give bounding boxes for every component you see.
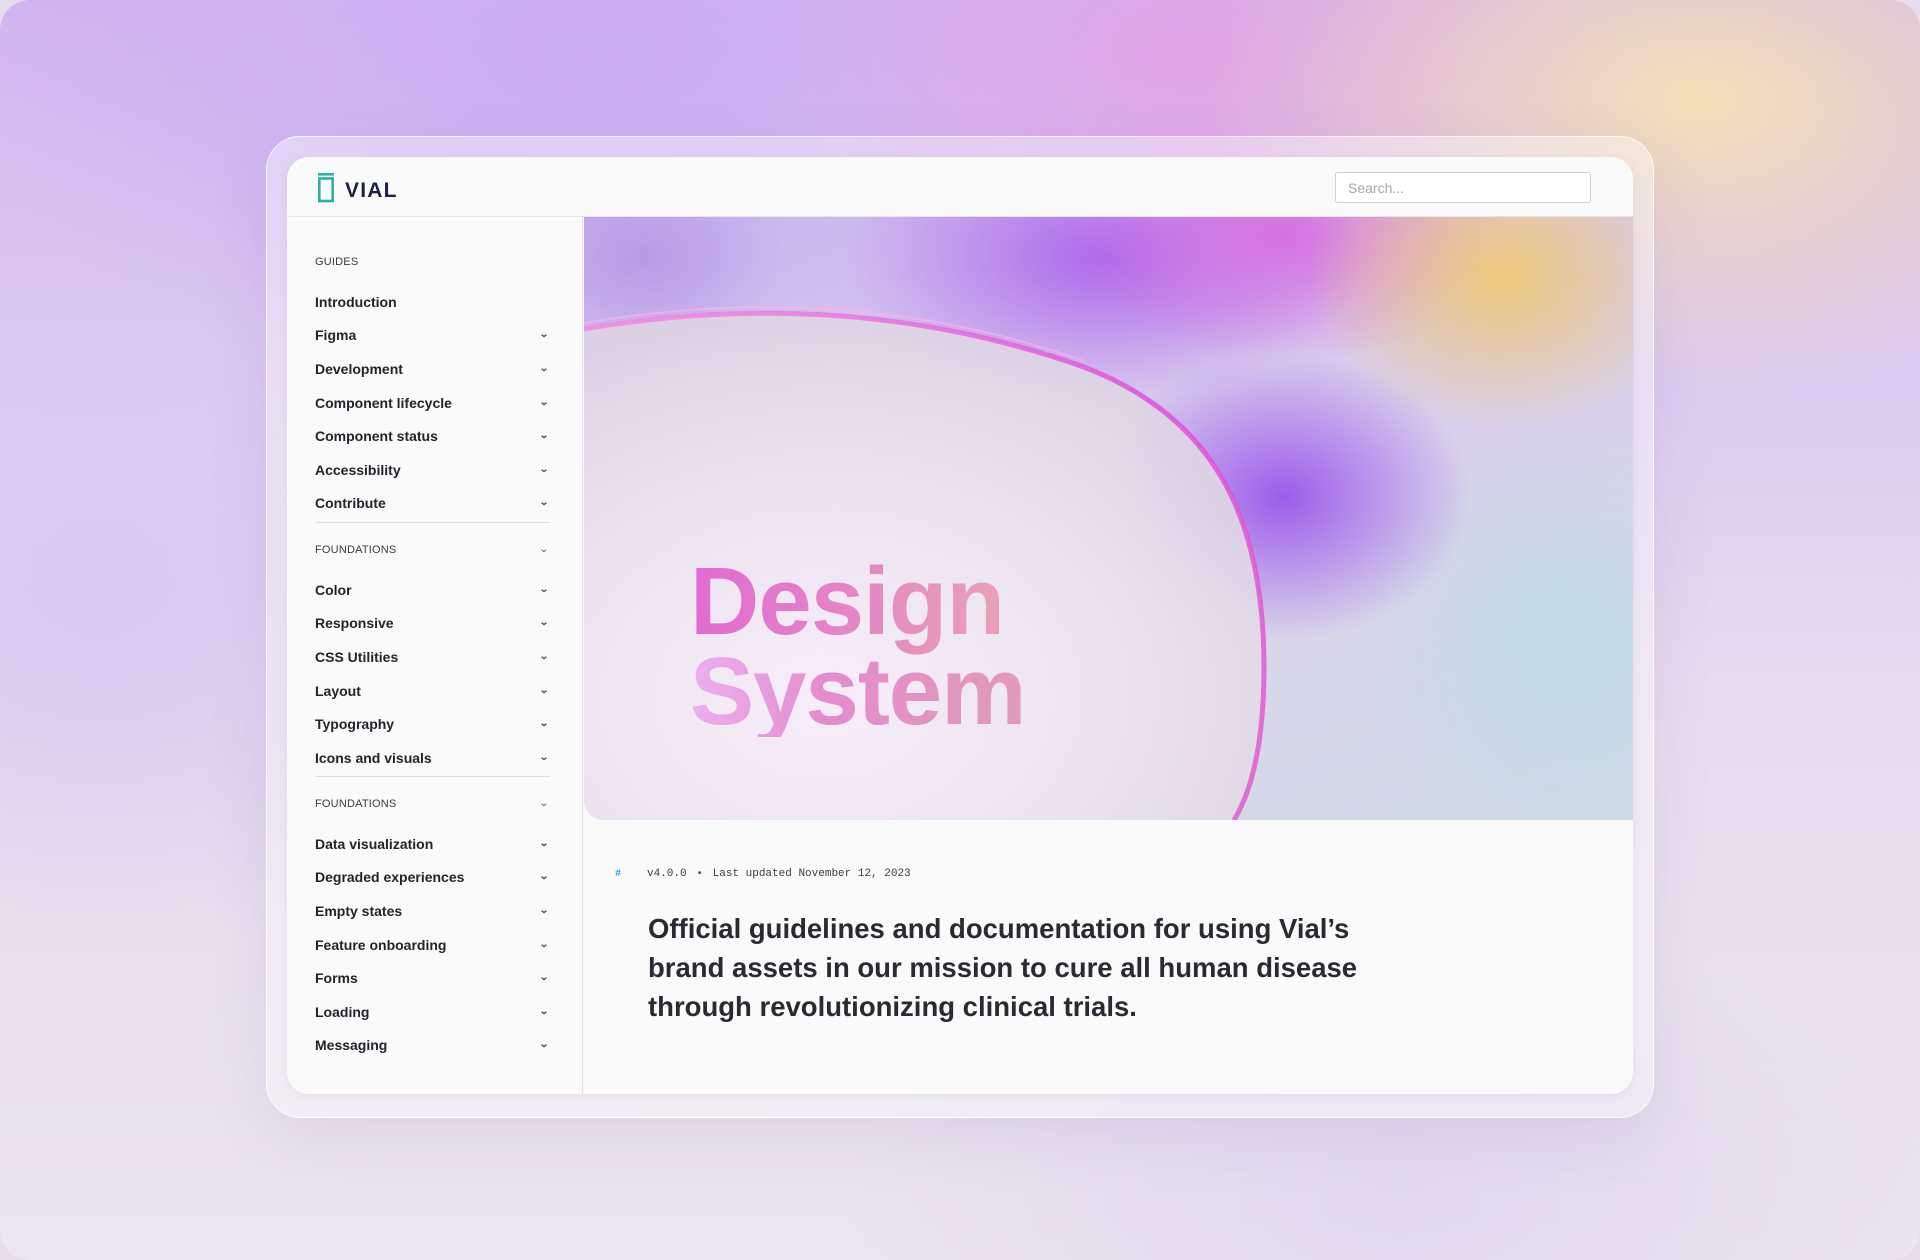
sidebar-item-label: Messaging <box>315 1037 388 1054</box>
sidebar-item-label: Icons and visuals <box>315 749 432 766</box>
sidebar-item-responsive[interactable]: Responsive ⌄ <box>315 607 550 641</box>
hero-title-line: System <box>690 638 1027 745</box>
sidebar-item-typography[interactable]: Typography ⌄ <box>315 707 550 741</box>
sidebar-item-label: CSS Utilities <box>315 648 399 665</box>
sidebar-item-label: Component status <box>315 428 438 445</box>
sidebar-item-introduction[interactable]: Introduction <box>315 285 550 319</box>
sidebar-item-color[interactable]: Color ⌄ <box>315 573 550 607</box>
vial-logo-icon <box>315 173 337 203</box>
sidebar-item-figma[interactable]: Figma ⌄ <box>315 319 550 353</box>
chevron-down-icon[interactable]: ⌄ <box>537 397 551 408</box>
chevron-down-icon[interactable]: ⌄ <box>537 872 551 882</box>
sidebar-item-label: Component lifecycle <box>315 394 452 411</box>
sidebar-item-css-utilities[interactable]: CSS Utilities ⌄ <box>315 640 550 674</box>
chevron-down-icon[interactable]: ⌄ <box>537 498 551 508</box>
sidebar-item-label: Contribute <box>315 495 386 512</box>
chevron-down-icon[interactable]: ⌄ <box>537 1006 551 1017</box>
sidebar-item-label: Degraded experiences <box>315 869 465 886</box>
last-updated-label: Last updated November 12, 2023 <box>712 868 911 880</box>
sidebar-item-accessibility[interactable]: Accessibility ⌄ <box>315 453 550 487</box>
sidebar-item-label: Loading <box>315 1003 370 1020</box>
sidebar-item-component-lifecycle[interactable]: Component lifecycle ⌄ <box>315 386 550 420</box>
sidebar-item-layout[interactable]: Layout ⌄ <box>315 674 550 708</box>
sidebar: GUIDES Introduction Figma ⌄ Development … <box>287 217 583 1094</box>
section-heading-guides: GUIDES <box>315 252 550 272</box>
sidebar-item-contribute[interactable]: Contribute ⌄ <box>315 487 550 521</box>
nav-section-foundations-2: FOUNDATIONS ⌄ Data visualization ⌄ Degra… <box>315 794 550 1062</box>
chevron-down-icon[interactable]: ⌄ <box>537 799 551 809</box>
sidebar-item-label: Layout <box>315 682 361 699</box>
chevron-down-icon[interactable]: ⌄ <box>537 363 551 374</box>
hero-banner: Design System <box>584 217 1633 820</box>
chevron-down-icon[interactable]: ⌄ <box>537 618 551 628</box>
chevron-down-icon[interactable]: ⌄ <box>537 905 551 916</box>
chevron-down-icon[interactable]: ⌄ <box>537 752 551 763</box>
section-heading-label: FOUNDATIONS <box>315 544 397 556</box>
brand-logo[interactable]: VIAL <box>315 173 398 203</box>
anchor-link[interactable]: # <box>615 869 647 880</box>
section-heading-foundations[interactable]: FOUNDATIONS ⌄ <box>315 540 550 560</box>
sidebar-item-loading[interactable]: Loading ⌄ <box>315 995 550 1029</box>
sidebar-item-component-status[interactable]: Component status ⌄ <box>315 419 550 453</box>
search-input[interactable] <box>1335 172 1591 203</box>
nav-section-guides: GUIDES Introduction Figma ⌄ Development … <box>315 252 550 520</box>
chevron-down-icon[interactable]: ⌄ <box>537 973 551 983</box>
chevron-down-icon[interactable]: ⌄ <box>537 545 551 555</box>
chevron-down-icon[interactable]: ⌄ <box>537 651 551 662</box>
sidebar-item-label: Forms <box>315 970 358 987</box>
brand-name: VIAL <box>345 179 398 202</box>
sidebar-divider <box>315 522 550 523</box>
sidebar-item-label: Responsive <box>315 615 394 632</box>
hero-title-line: Design <box>690 548 1005 655</box>
sidebar-item-label: Data visualization <box>315 835 434 852</box>
sidebar-item-label: Accessibility <box>315 461 401 478</box>
chevron-down-icon[interactable]: ⌄ <box>537 939 551 950</box>
version-meta: # v4.0.0 • Last updated November 12, 202… <box>615 868 911 880</box>
chevron-down-icon[interactable]: ⌄ <box>537 719 551 729</box>
section-heading-foundations[interactable]: FOUNDATIONS ⌄ <box>315 794 550 814</box>
top-bar: VIAL <box>287 157 1633 217</box>
app-window: VIAL GUIDES Introduction Figma ⌄ Develop… <box>287 157 1633 1094</box>
chevron-down-icon[interactable]: ⌄ <box>537 685 551 696</box>
chevron-down-icon[interactable]: ⌄ <box>537 838 551 849</box>
sidebar-item-label: Empty states <box>315 902 403 919</box>
sidebar-item-label: Color <box>315 581 352 598</box>
sidebar-item-label: Introduction <box>315 293 397 310</box>
chevron-down-icon[interactable]: ⌄ <box>537 431 551 441</box>
sidebar-item-forms[interactable]: Forms ⌄ <box>315 961 550 995</box>
sidebar-item-feature-onboarding[interactable]: Feature onboarding ⌄ <box>315 928 550 962</box>
sidebar-item-data-visualization[interactable]: Data visualization ⌄ <box>315 827 550 861</box>
sidebar-item-messaging[interactable]: Messaging ⌄ <box>315 1029 550 1063</box>
nav-section-foundations: FOUNDATIONS ⌄ Color ⌄ Responsive ⌄ CSS U… <box>315 540 550 775</box>
meta-separator: • <box>696 868 703 880</box>
sidebar-item-label: Feature onboarding <box>315 936 447 953</box>
sidebar-item-icons-and-visuals[interactable]: Icons and visuals ⌄ <box>315 741 550 775</box>
sidebar-item-empty-states[interactable]: Empty states ⌄ <box>315 894 550 928</box>
sidebar-item-label: Typography <box>315 716 395 733</box>
chevron-down-icon[interactable]: ⌄ <box>537 464 551 475</box>
sidebar-item-development[interactable]: Development ⌄ <box>315 352 550 386</box>
intro-paragraph: Official guidelines and documentation fo… <box>648 913 1358 1022</box>
version-label: v4.0.0 <box>647 868 687 880</box>
chevron-down-icon[interactable]: ⌄ <box>537 330 551 340</box>
section-heading-label: GUIDES <box>315 256 359 268</box>
sidebar-divider <box>315 776 550 777</box>
sidebar-item-label: Figma <box>315 327 357 344</box>
sidebar-item-degraded-experiences[interactable]: Degraded experiences ⌄ <box>315 861 550 895</box>
hero-title: Design System <box>690 548 1027 745</box>
chevron-down-icon[interactable]: ⌄ <box>537 1040 551 1050</box>
section-heading-label: FOUNDATIONS <box>315 798 397 810</box>
chevron-down-icon[interactable]: ⌄ <box>537 584 551 595</box>
sidebar-item-label: Development <box>315 360 403 377</box>
